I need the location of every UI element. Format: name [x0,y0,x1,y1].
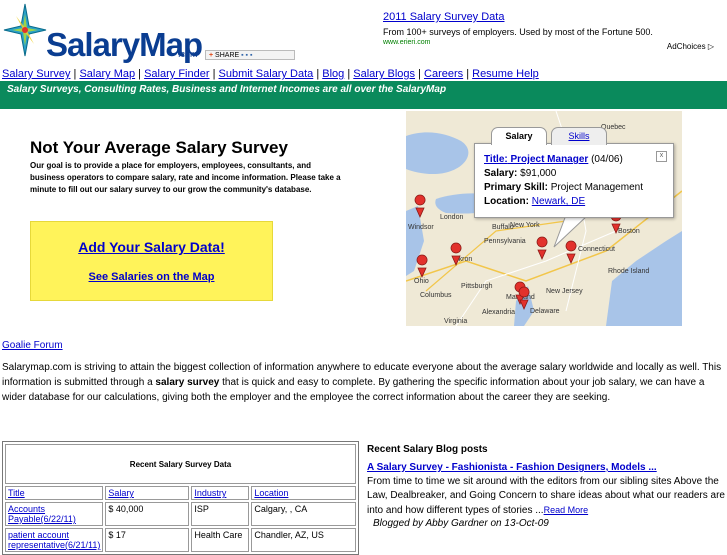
table-caption: Recent Salary Survey Data [5,444,356,484]
map-label-pennsylvania: Pennsylvania [484,238,526,245]
map-label-windsor: Windsor [408,224,434,231]
nav-separator: | [347,68,351,80]
map-label-ohio: Ohio [414,278,429,285]
map-info-window: Salary Skills x Title: Project Manager (… [474,127,674,218]
ad-title-link[interactable]: 2011 Salary Survey Data [383,11,504,23]
adchoices-icon: ▷ [707,42,714,51]
info-skill-label: Primary Skill: [484,182,548,193]
row-location: Calgary, , CA [251,502,356,526]
tagline-banner: Salary Surveys, Consulting Rates, Busine… [0,81,727,109]
info-title-date: (04/06) [591,154,623,165]
table-row: Accounts Payable(6/22/11) $ 40,000 ISP C… [5,502,356,526]
map-label-rhode-island: Rhode Island [608,268,649,275]
nav-salary-blogs[interactable]: Salary Blogs [353,68,415,80]
nav-careers[interactable]: Careers [424,68,463,80]
nav-resume-help[interactable]: Resume Help [472,68,539,80]
nav-salary-survey[interactable]: Salary Survey [2,68,70,80]
row-industry: ISP [191,502,250,526]
row-location: Chandler, AZ, US [251,528,356,552]
plus-icon: + [209,52,214,59]
blog-heading: Recent Salary Blog posts [367,444,488,455]
nav-separator: | [212,68,216,80]
tab-skills[interactable]: Skills [551,127,607,145]
row-salary: $ 40,000 [105,502,190,526]
blog-post-excerpt: From time to time we sit around with the… [367,475,725,518]
map-label-alexandria: Alexandria [482,309,515,316]
logo-domain-suffix: .com [178,49,198,59]
nav-salary-finder[interactable]: Salary Finder [144,68,209,80]
map-label-new-jersey: New Jersey [546,288,583,295]
cta-box: Add Your Salary Data! See Salaries on th… [30,221,273,301]
intro-bold: salary survey [155,377,220,388]
read-more-link[interactable]: Read More [544,505,589,515]
nav-separator: | [138,68,142,80]
social-icons: ▪ ▪ ▪ [241,52,253,59]
nav-submit-salary-data[interactable]: Submit Salary Data [219,68,314,80]
nav-separator: | [418,68,421,80]
page-title: Not Your Average Salary Survey [30,138,288,157]
main-nav: Salary Survey | Salary Map | Salary Find… [2,68,539,80]
map-label-boston: Boston [618,228,640,235]
info-location-row: Location: Newark, DE [484,196,585,207]
see-salaries-map-link[interactable]: See Salaries on the Map [31,271,272,283]
add-salary-data-link[interactable]: Add Your Salary Data! [31,239,272,255]
map-label-columbus: Columbus [420,292,452,299]
table-row: patient account representative(6/21/11) … [5,528,356,552]
map-label-pittsburgh: Pittsburgh [461,283,493,290]
info-title-value: Project Manager [510,154,589,165]
hero-description: Our goal is to provide a place for emplo… [30,161,341,194]
info-salary-label: Salary: [484,168,518,179]
nav-separator: | [466,68,470,80]
table-header-row: Title Salary Industry Location [5,486,356,500]
row-title-link[interactable]: patient account representative(6/21/11) [8,530,100,550]
column-header-industry[interactable]: Industry [194,488,226,498]
nav-salary-map[interactable]: Salary Map [79,68,135,80]
info-location-link[interactable]: Newark, DE [532,196,585,207]
recent-blog-posts: Recent Salary Blog posts A Salary Survey… [367,440,725,529]
compass-star-icon [3,3,47,57]
map-label-connecticut: Connecticut [578,246,615,253]
map-label-virginia: Virginia [444,318,467,325]
map-label-delaware: Delaware [530,308,560,315]
close-icon[interactable]: x [656,151,667,162]
map-label-london: London [440,214,463,221]
column-header-location[interactable]: Location [254,488,288,498]
info-salary-row: Salary: $91,000 [484,168,556,179]
share-label: SHARE [215,52,240,59]
row-salary: $ 17 [105,528,190,552]
info-location-label: Location: [484,196,529,207]
ad-text: From 100+ surveys of employers. Used by … [383,27,653,37]
blog-post-title-link[interactable]: A Salary Survey - Fashionista - Fashion … [367,462,657,473]
row-title-link[interactable]: Accounts Payable(6/22/11) [8,504,76,524]
adchoices-label: AdChoices [666,42,706,51]
share-button[interactable]: + SHARE ▪ ▪ ▪ [205,50,295,60]
nav-separator: | [73,68,77,80]
nav-blog[interactable]: Blog [322,68,344,80]
goalie-forum-link[interactable]: Goalie Forum [2,340,63,351]
map-label-new-york: New York [510,222,540,229]
advertisement: 2011 Salary Survey Data From 100+ survey… [380,8,720,60]
adchoices-link[interactable]: AdChoices ▷ [667,42,714,51]
ad-url[interactable]: www.erieri.com [383,39,430,46]
tagline-text: Salary Surveys, Consulting Rates, Busine… [7,84,447,95]
tab-salary[interactable]: Salary [491,127,547,145]
info-title-link[interactable]: Title: Project Manager [484,154,588,165]
recent-survey-table: Recent Salary Survey Data Title Salary I… [2,441,359,555]
blog-byline: Blogged by Abby Gardner on 13-Oct-09 [373,518,549,529]
info-title-row: Title: Project Manager (04/06) [484,154,623,165]
salarymap-logo[interactable]: SalaryMap .com [2,2,203,63]
nav-separator: | [316,68,320,80]
info-title-label: Title: [484,154,508,165]
info-salary-value: $91,000 [520,168,557,179]
intro-paragraph: Salarymap.com is striving to attain the … [2,360,724,405]
row-industry: Health Care [191,528,250,552]
info-skill-value: Project Management [550,182,643,193]
info-skill-row: Primary Skill: Project Management [484,182,643,193]
column-header-title[interactable]: Title [8,488,25,498]
column-header-salary[interactable]: Salary [108,488,134,498]
